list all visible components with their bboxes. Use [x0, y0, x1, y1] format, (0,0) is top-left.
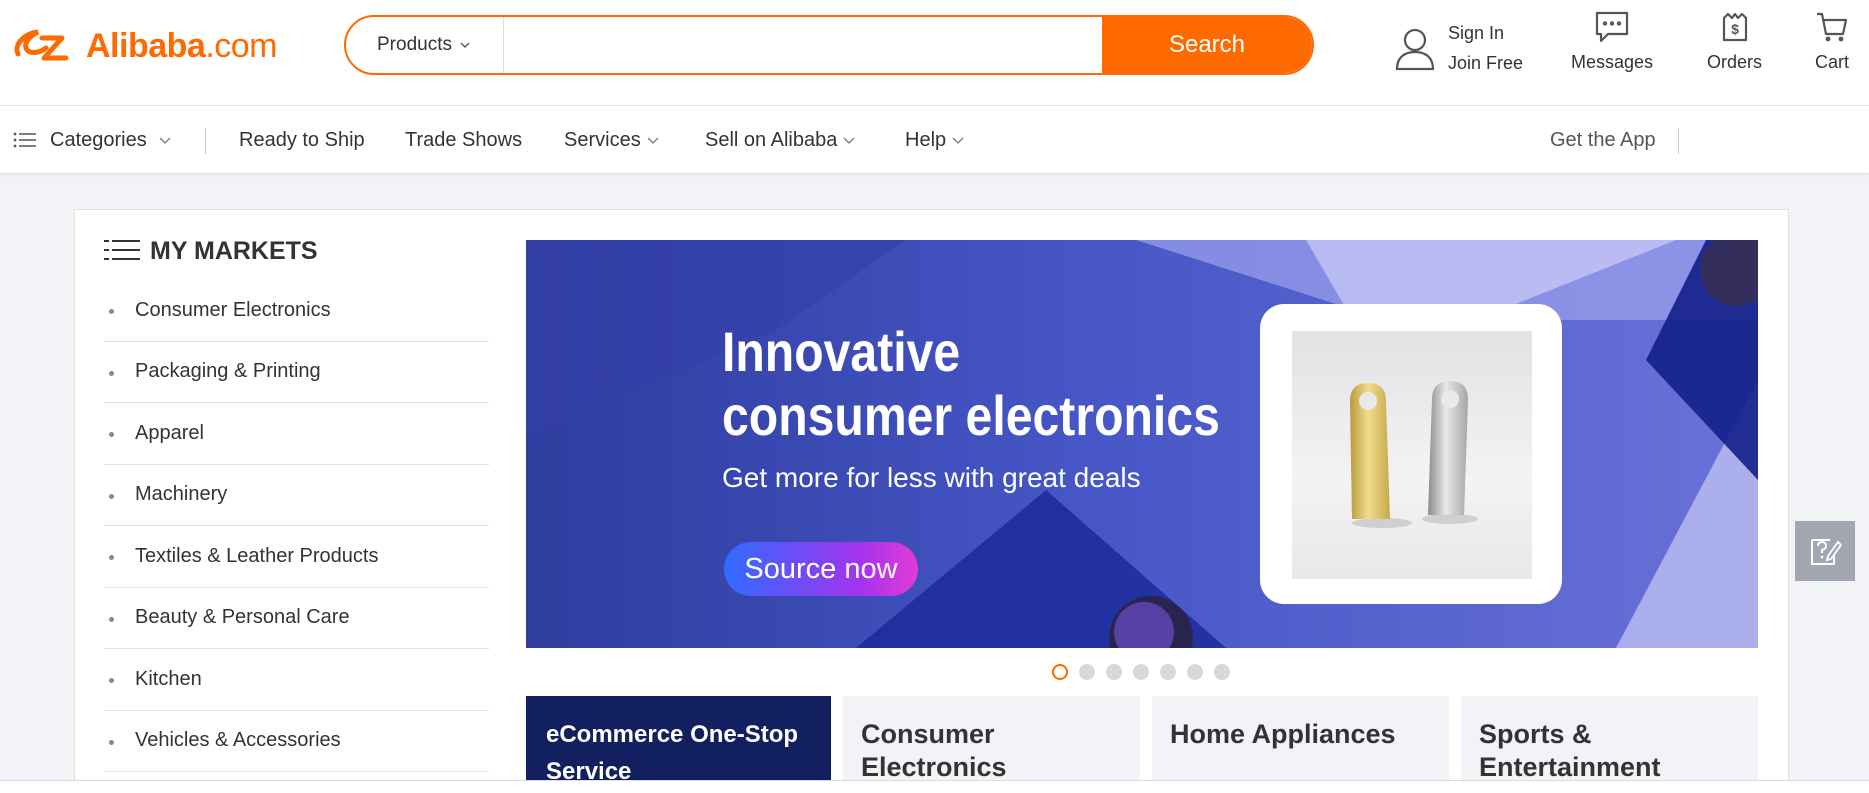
nav-services[interactable]: Services — [564, 106, 660, 174]
carousel-dot-1[interactable] — [1052, 664, 1068, 680]
usb-drive-image — [1292, 331, 1532, 579]
market-item-packaging-printing[interactable]: Packaging & Printing — [104, 342, 489, 403]
carousel-dot-4[interactable] — [1133, 664, 1149, 680]
chevron-down-icon — [647, 137, 659, 144]
carousel-dot-5[interactable] — [1160, 664, 1176, 680]
nav-sell-on-alibaba[interactable]: Sell on Alibaba — [705, 106, 856, 174]
nav-trade-shows-label: Trade Shows — [405, 128, 523, 151]
chevron-down-icon — [952, 137, 964, 144]
nav-categories[interactable]: Categories — [13, 106, 172, 174]
svg-text:$: $ — [1731, 21, 1739, 37]
alibaba-logo-mark-icon — [14, 29, 69, 61]
my-markets-title: MY MARKETS — [104, 232, 489, 270]
carousel-dot-2[interactable] — [1079, 664, 1095, 680]
market-item-kitchen[interactable]: Kitchen — [104, 649, 489, 711]
sign-in-link[interactable]: Sign In — [1448, 18, 1523, 48]
cart-icon — [1817, 12, 1848, 42]
market-item-apparel[interactable]: Apparel — [104, 403, 489, 465]
banner-subline: Get more for less with great deals — [722, 462, 1141, 493]
market-item-textiles-leather[interactable]: Textiles & Leather Products — [104, 526, 489, 588]
tile-home-appliances[interactable]: Home Appliances — [1152, 696, 1449, 793]
logo-text: Alibaba.com — [86, 26, 277, 65]
nav-divider — [1678, 128, 1679, 154]
chevron-down-icon — [843, 137, 855, 144]
tile-sports-entertainment[interactable]: Sports & Entertainment — [1461, 696, 1758, 793]
chevron-down-icon — [460, 42, 470, 48]
hero-banner[interactable]: Innovative consumer electronics Get more… — [526, 240, 1758, 648]
my-markets: MY MARKETS Consumer Electronics Packagin… — [104, 232, 489, 772]
help-feedback-button[interactable] — [1795, 521, 1855, 581]
account-menu[interactable]: Sign In Join Free — [1392, 18, 1523, 78]
nav-services-label: Services — [564, 128, 641, 151]
banner-headline: Innovative consumer electronics — [722, 320, 1220, 448]
help-edit-icon — [1811, 539, 1842, 565]
carousel-dot-7[interactable] — [1214, 664, 1230, 680]
nav-divider — [205, 128, 206, 154]
join-free-link[interactable]: Join Free — [1448, 48, 1523, 78]
menu-list-icon — [104, 240, 140, 260]
bottom-bar — [0, 780, 1869, 793]
orders-label: Orders — [1707, 52, 1763, 72]
market-item-beauty-personal-care[interactable]: Beauty & Personal Care — [104, 588, 489, 649]
list-icon — [13, 132, 36, 148]
orders-icon: $ — [1722, 12, 1747, 42]
markets-list: Consumer Electronics Packaging & Printin… — [104, 280, 489, 772]
user-icon — [1395, 28, 1435, 71]
alibaba-logo[interactable]: Alibaba.com — [12, 24, 277, 68]
nav-get-app-label: Get the App — [1550, 128, 1656, 151]
carousel-dot-6[interactable] — [1187, 664, 1203, 680]
main-nav: Categories Ready to Ship Trade Shows Ser… — [0, 106, 1869, 174]
my-markets-heading: MY MARKETS — [150, 236, 318, 265]
cart-link[interactable]: Cart — [1815, 10, 1849, 73]
tile-ecommerce-service[interactable]: eCommerce One-Stop Service — [526, 696, 831, 793]
market-item-machinery[interactable]: Machinery — [104, 465, 489, 526]
search-category-label: Products — [377, 34, 452, 55]
chevron-down-icon — [159, 137, 171, 144]
source-now-button[interactable]: Source now — [724, 542, 918, 596]
nav-categories-label: Categories — [50, 128, 147, 151]
search-category-select[interactable]: Products — [346, 17, 504, 73]
usb-drives-illustration — [1350, 381, 1478, 528]
messages-link[interactable]: Messages — [1571, 10, 1653, 73]
banner-headline-line2: consumer electronics — [722, 384, 1220, 447]
banner-headline-line1: Innovative — [722, 320, 961, 383]
orders-link[interactable]: $ Orders — [1707, 10, 1762, 73]
cart-label: Cart — [1815, 52, 1850, 72]
nav-help-label: Help — [905, 128, 947, 151]
market-item-vehicles-accessories[interactable]: Vehicles & Accessories — [104, 711, 489, 772]
nav-trade-shows[interactable]: Trade Shows — [405, 106, 522, 174]
search-input[interactable] — [504, 17, 1102, 73]
header: Alibaba.com Products Search Sign In Join… — [0, 0, 1869, 106]
messages-icon — [1595, 11, 1629, 43]
banner-product-card — [1260, 304, 1562, 604]
nav-ready-to-ship[interactable]: Ready to Ship — [239, 106, 365, 174]
nav-get-the-app[interactable]: Get the App — [1550, 106, 1656, 174]
carousel-dot-3[interactable] — [1106, 664, 1122, 680]
search-bar: Products Search — [344, 15, 1314, 75]
nav-ready-to-ship-label: Ready to Ship — [239, 128, 365, 151]
nav-sell-label: Sell on Alibaba — [705, 128, 838, 151]
search-button[interactable]: Search — [1102, 17, 1312, 73]
nav-help[interactable]: Help — [905, 106, 965, 174]
tile-consumer-electronics[interactable]: Consumer Electronics — [843, 696, 1140, 793]
market-item-consumer-electronics[interactable]: Consumer Electronics — [104, 280, 489, 342]
messages-label: Messages — [1571, 52, 1654, 72]
carousel-dots — [1052, 664, 1230, 680]
